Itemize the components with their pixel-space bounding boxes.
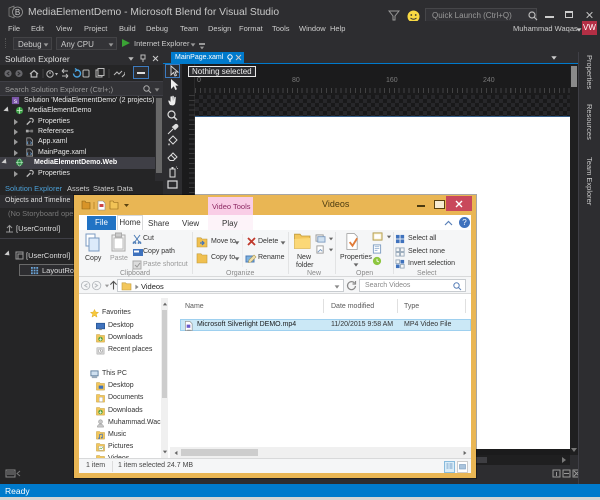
svg-text:B: B (15, 8, 20, 17)
svg-text:s: s (14, 98, 17, 105)
